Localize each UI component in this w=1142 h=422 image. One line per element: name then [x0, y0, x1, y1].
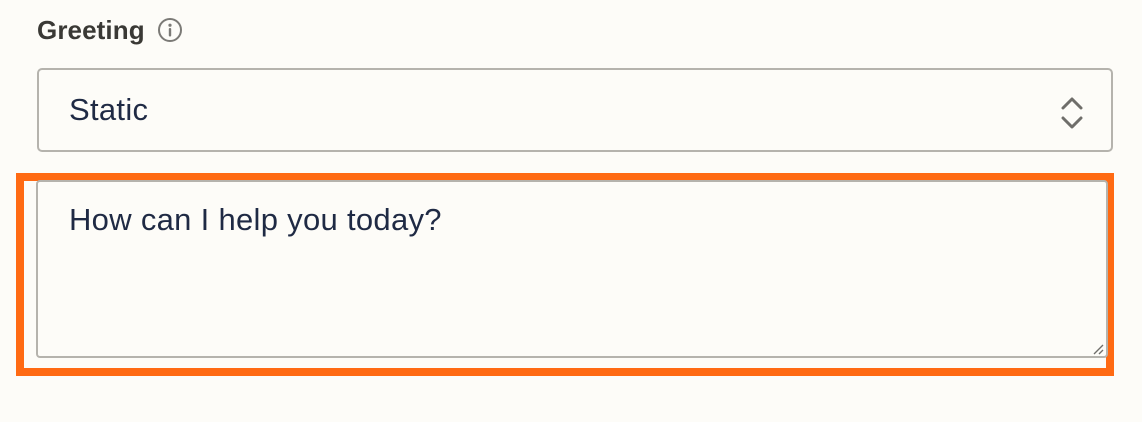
- greeting-message-text: How can I help you today?: [69, 202, 442, 237]
- greeting-label-row: Greeting: [37, 12, 183, 48]
- greeting-type-select[interactable]: Static: [37, 68, 1113, 152]
- greeting-message-textarea[interactable]: How can I help you today?: [36, 180, 1108, 358]
- select-value: Static: [69, 92, 149, 127]
- info-icon[interactable]: [157, 17, 183, 43]
- resize-handle-icon[interactable]: [1092, 342, 1104, 355]
- chevron-up-down-icon: [1059, 96, 1085, 130]
- greeting-label: Greeting: [37, 14, 145, 45]
